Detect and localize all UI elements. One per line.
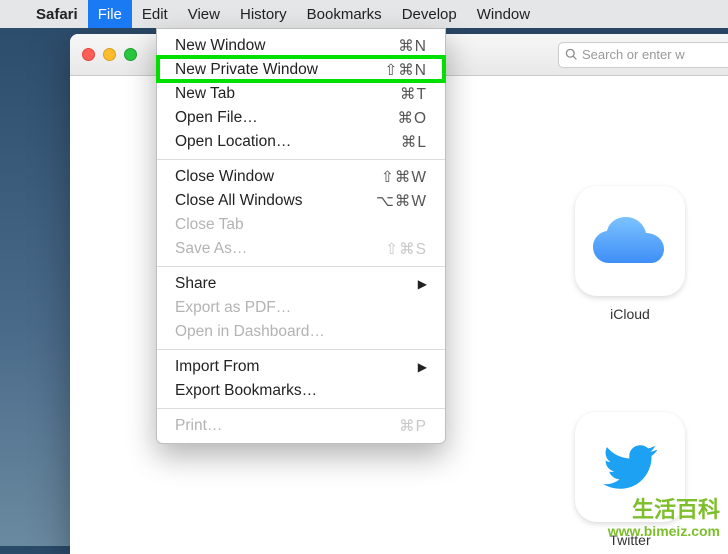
- menu-item-new-window[interactable]: New Window⌘N: [157, 34, 445, 58]
- menu-app[interactable]: Safari: [26, 0, 88, 28]
- menu-item-open-location[interactable]: Open Location…⌘L: [157, 130, 445, 154]
- menu-separator: [157, 349, 445, 350]
- menu-item-open-file[interactable]: Open File…⌘O: [157, 106, 445, 130]
- twitter-icon: [595, 438, 665, 496]
- menu-item-close-tab: Close Tab: [157, 213, 445, 237]
- watermark-url: www.bimeiz.com: [608, 523, 720, 540]
- menu-item-open-dashboard: Open in Dashboard…: [157, 320, 445, 344]
- menu-history[interactable]: History: [230, 0, 297, 28]
- menu-item-share[interactable]: Share▶: [157, 272, 445, 296]
- menu-item-save-as: Save As…⇧⌘S: [157, 237, 445, 261]
- minimize-button[interactable]: [103, 48, 116, 61]
- address-bar[interactable]: Search or enter w: [558, 42, 728, 68]
- menu-item-new-private-window[interactable]: New Private Window⇧⌘N: [157, 58, 445, 82]
- menu-item-export-pdf: Export as PDF…: [157, 296, 445, 320]
- cloud-icon: [591, 215, 669, 267]
- menu-item-close-window[interactable]: Close Window⇧⌘W: [157, 165, 445, 189]
- menu-separator: [157, 159, 445, 160]
- menu-bookmarks[interactable]: Bookmarks: [297, 0, 392, 28]
- close-button[interactable]: [82, 48, 95, 61]
- menu-separator: [157, 266, 445, 267]
- menu-view[interactable]: View: [178, 0, 230, 28]
- menu-bar: Safari File Edit View History Bookmarks …: [0, 0, 728, 28]
- favorite-label: iCloud: [570, 306, 690, 322]
- file-menu-dropdown: New Window⌘N New Private Window⇧⌘N New T…: [156, 28, 446, 444]
- menu-item-new-tab[interactable]: New Tab⌘T: [157, 82, 445, 106]
- search-icon: [565, 48, 578, 61]
- menu-item-import-from[interactable]: Import From▶: [157, 355, 445, 379]
- watermark-title: 生活百科: [608, 497, 720, 523]
- menu-edit[interactable]: Edit: [132, 0, 178, 28]
- menu-window[interactable]: Window: [467, 0, 540, 28]
- menu-item-export-bookmarks[interactable]: Export Bookmarks…: [157, 379, 445, 403]
- submenu-arrow-icon: ▶: [418, 277, 427, 291]
- traffic-lights: [82, 48, 137, 61]
- menu-file[interactable]: File: [88, 0, 132, 28]
- address-placeholder: Search or enter w: [582, 47, 685, 62]
- favorite-icloud[interactable]: iCloud: [570, 186, 690, 322]
- menu-item-print: Print…⌘P: [157, 414, 445, 438]
- zoom-button[interactable]: [124, 48, 137, 61]
- submenu-arrow-icon: ▶: [418, 360, 427, 374]
- menu-develop[interactable]: Develop: [392, 0, 467, 28]
- menu-item-close-all-windows[interactable]: Close All Windows⌥⌘W: [157, 189, 445, 213]
- menu-separator: [157, 408, 445, 409]
- watermark: 生活百科 www.bimeiz.com: [608, 497, 720, 540]
